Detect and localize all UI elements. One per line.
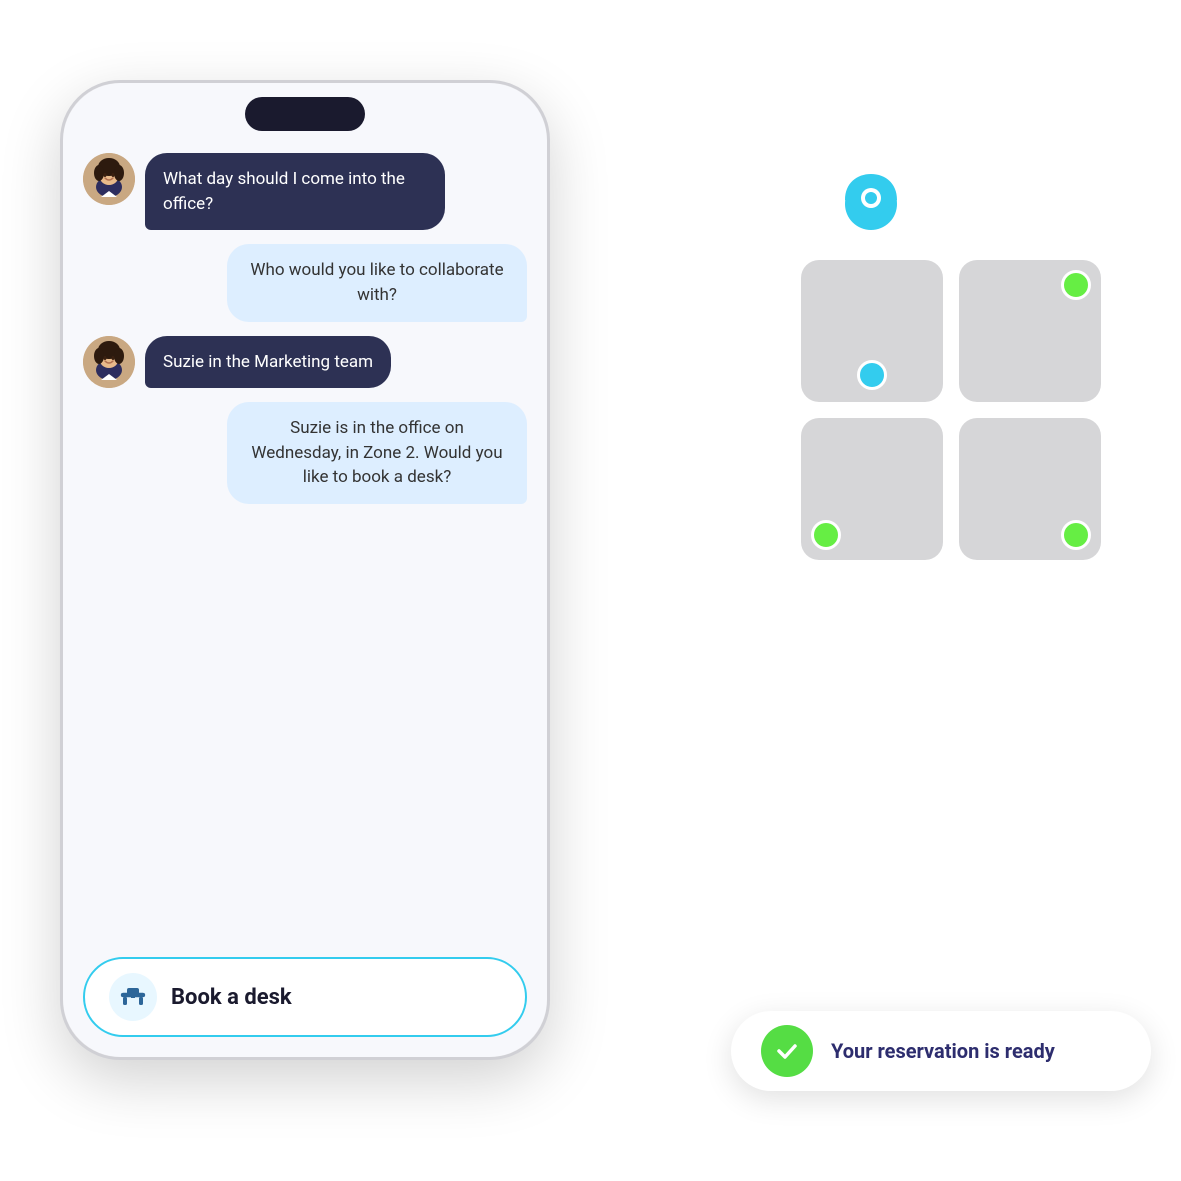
avatar-3 [83, 336, 135, 388]
reservation-label: Your reservation is ready [831, 1039, 1055, 1063]
bubble-4: Suzie is in the office on Wednesday, in … [227, 402, 527, 504]
desk-cell-1 [801, 260, 943, 402]
chat-row-3: Suzie in the Marketing team [83, 336, 527, 389]
desk-grid [801, 260, 1101, 560]
phone-screen: What day should I come into the office? … [63, 83, 547, 1057]
phone: What day should I come into the office? … [60, 80, 550, 1060]
desk-cell-4 [959, 418, 1101, 560]
reservation-card: Your reservation is ready [731, 1011, 1151, 1091]
location-pin [841, 170, 901, 254]
reservation-check-icon [761, 1025, 813, 1077]
bubble-2: Who would you like to collaborate with? [227, 244, 527, 321]
desk-dot-4 [1061, 520, 1091, 550]
chat-row-4: Suzie is in the office on Wednesday, in … [83, 402, 527, 504]
desk-dot-1 [857, 360, 887, 390]
desk-dot-2 [1061, 270, 1091, 300]
chat-row-2: Who would you like to collaborate with? [83, 244, 527, 321]
desk-icon [109, 973, 157, 1021]
bubble-1: What day should I come into the office? [145, 153, 445, 230]
book-desk-label: Book a desk [171, 985, 292, 1010]
phone-notch [245, 97, 365, 131]
avatar-1 [83, 153, 135, 205]
desk-cell-3 [801, 418, 943, 560]
desk-cell-2 [959, 260, 1101, 402]
bubble-3: Suzie in the Marketing team [145, 336, 391, 389]
desk-dot-3 [811, 520, 841, 550]
scene: What day should I come into the office? … [0, 0, 1181, 1181]
desk-map [781, 180, 1121, 520]
chat-row-1: What day should I come into the office? [83, 153, 527, 230]
book-desk-button[interactable]: Book a desk [83, 957, 527, 1037]
